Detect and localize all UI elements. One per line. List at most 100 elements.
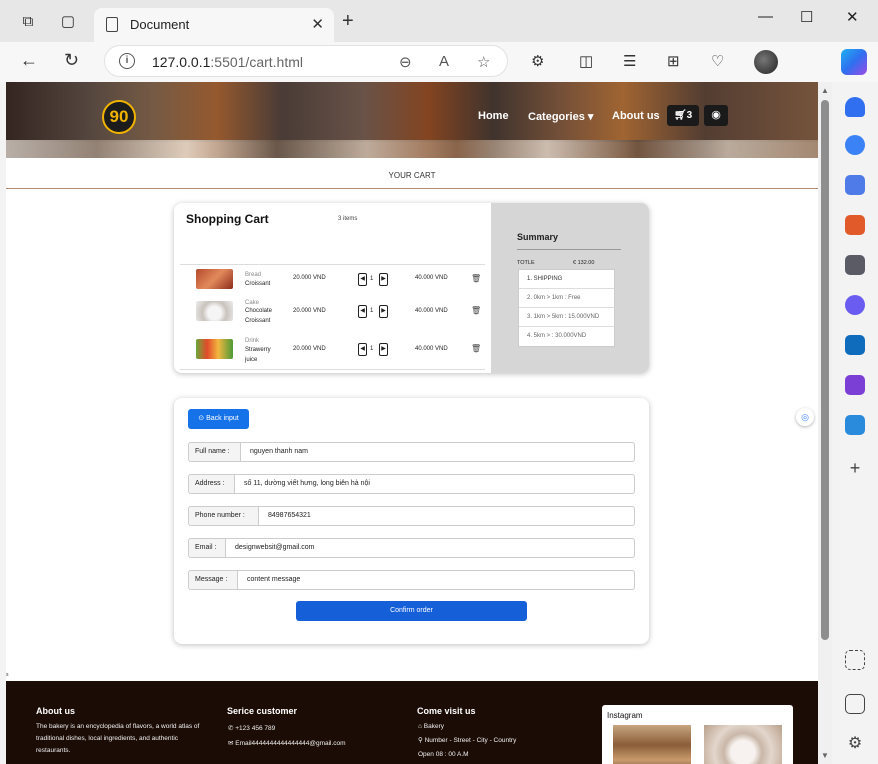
- scrollbar-thumb[interactable]: [821, 100, 829, 640]
- shipping-option[interactable]: 3. 1km > 5km : 15.000VND: [519, 308, 614, 327]
- trash-icon[interactable]: 🗑︎: [471, 344, 481, 353]
- back-input-button[interactable]: ⊙ Back input: [188, 409, 249, 429]
- instagram-title: Instagram: [607, 711, 643, 720]
- scroll-up-arrow-icon[interactable]: ▲: [821, 86, 829, 95]
- message-input[interactable]: content message: [238, 570, 635, 590]
- send-icon[interactable]: [845, 415, 865, 435]
- user-account-button[interactable]: ◉: [704, 105, 728, 126]
- decrease-qty-button[interactable]: ◀: [358, 343, 367, 356]
- nav-categories[interactable]: Categories ▾: [528, 110, 593, 123]
- product-image: [196, 269, 233, 289]
- product-name-line: Chocolate: [245, 308, 273, 314]
- cart-item-count: 3 items: [338, 216, 358, 222]
- page-scrollbar[interactable]: ▲ ▼: [818, 82, 832, 764]
- search-icon[interactable]: [845, 135, 865, 155]
- increase-qty-button[interactable]: ▶: [379, 305, 388, 318]
- footer-place: ⌂ Bakery: [418, 721, 444, 733]
- decrease-qty-button[interactable]: ◀: [358, 305, 367, 318]
- full-name-row: Full name : nguyen thanh nam: [188, 442, 635, 462]
- shipping-option[interactable]: 2. 0km > 1km : Free: [519, 289, 614, 308]
- games-icon[interactable]: [845, 255, 865, 275]
- window-close-button[interactable]: ✕: [846, 8, 859, 26]
- phone-row: Phone number : 84987654321: [188, 506, 635, 526]
- instagram-photo[interactable]: [613, 725, 691, 764]
- favorites-icon[interactable]: ☰: [623, 52, 636, 70]
- scroll-down-arrow-icon[interactable]: ▼: [821, 751, 829, 760]
- summary-divider: [517, 249, 621, 250]
- address-bar[interactable]: i 127.0.0.1:5501/cart.html ⊖ A ☆: [104, 45, 508, 77]
- designer-icon[interactable]: [845, 375, 865, 395]
- increase-qty-button[interactable]: ▶: [379, 343, 388, 356]
- zoom-out-icon[interactable]: ⊖: [399, 53, 412, 71]
- cart-button[interactable]: 🛒︎3: [667, 105, 699, 126]
- profile-avatar[interactable]: [754, 50, 778, 74]
- summary-title: Summary: [517, 232, 559, 242]
- nav-categories-label: Categories: [528, 111, 585, 123]
- product-name: Strawerry juice: [245, 345, 271, 365]
- shopping-tag-icon[interactable]: [845, 175, 865, 195]
- confirm-order-button[interactable]: Confirm order: [296, 601, 527, 621]
- maximize-button[interactable]: ☐: [800, 8, 813, 26]
- shipping-option[interactable]: 1. SHIPPING: [519, 270, 614, 289]
- footer-about-text: The bakery is an encyclopedia of flavors…: [36, 723, 200, 754]
- footer-about-title: About us: [36, 706, 75, 716]
- refresh-icon[interactable]: ↻: [64, 50, 79, 71]
- outlook-icon[interactable]: [845, 335, 865, 355]
- favorite-star-icon[interactable]: ☆: [477, 53, 490, 71]
- footer-hours: Open 08 : 00 A.M: [418, 751, 469, 758]
- phone-label: Phone number :: [188, 506, 259, 526]
- workspaces-icon[interactable]: ⧉: [18, 12, 38, 32]
- product-price: 20.000 VND: [293, 346, 326, 352]
- copilot-icon[interactable]: [841, 49, 867, 75]
- trash-icon[interactable]: 🗑︎: [471, 274, 481, 283]
- trash-icon[interactable]: 🗑︎: [471, 306, 481, 315]
- tab-title: Document: [130, 17, 190, 32]
- decrease-qty-button[interactable]: ◀: [358, 273, 367, 286]
- cart-bottom-divider: [180, 369, 485, 370]
- collections-icon[interactable]: ⊞: [667, 52, 680, 70]
- phone-input[interactable]: 84987654321: [259, 506, 635, 526]
- add-icon[interactable]: +: [845, 458, 865, 478]
- tools-icon[interactable]: [845, 215, 865, 235]
- nav-home[interactable]: Home: [478, 110, 509, 122]
- tab-close-icon[interactable]: ✕: [311, 15, 324, 33]
- site-info-icon[interactable]: i: [119, 53, 135, 69]
- sidebar-toggle-icon[interactable]: [845, 694, 865, 714]
- floating-helper-icon[interactable]: ◎: [796, 408, 814, 426]
- nav-about[interactable]: About us: [612, 110, 660, 122]
- cart-row: Drink Strawerry juice 20.000 VND ◀ 1 ▶ 40…: [174, 337, 491, 373]
- product-name: Chocolate Croissant: [245, 306, 272, 326]
- document-icon: [106, 17, 118, 32]
- header-photo-strip: [6, 140, 818, 158]
- summary-total-label: TOTLE: [517, 260, 535, 266]
- notifications-icon[interactable]: [845, 97, 865, 117]
- shipping-option[interactable]: 4. 5km > : 30.000VND: [519, 327, 614, 346]
- quantity-value: 1: [370, 346, 374, 352]
- shipping-select-list[interactable]: 1. SHIPPING 2. 0km > 1km : Free 3. 1km >…: [518, 269, 615, 347]
- product-price: 20.000 VND: [293, 308, 326, 314]
- read-aloud-icon[interactable]: A: [439, 53, 449, 70]
- tab-document[interactable]: Document ✕: [94, 8, 334, 42]
- footer-address-text: Number - Street - City - Country: [424, 737, 517, 744]
- vertical-tabs-icon[interactable]: ▢: [58, 12, 78, 32]
- address-input[interactable]: số 11, dường viết hưng, long biên hà nội: [235, 474, 635, 494]
- cart-title: Shopping Cart: [186, 212, 269, 226]
- caret-down-icon: ▾: [587, 111, 594, 123]
- split-screen-icon[interactable]: ◫: [579, 52, 593, 70]
- extensions-icon[interactable]: ⚙: [531, 52, 544, 70]
- increase-qty-button[interactable]: ▶: [379, 273, 388, 286]
- full-name-input[interactable]: nguyen thanh nam: [241, 442, 635, 462]
- back-arrow-icon[interactable]: ←: [20, 50, 38, 71]
- email-input[interactable]: designwebsit@gmail.com: [226, 538, 635, 558]
- new-tab-button[interactable]: +: [342, 11, 354, 31]
- microsoft365-icon[interactable]: [845, 295, 865, 315]
- footer-email-text: Email4444444444444444@gmail.com: [235, 740, 346, 747]
- product-image: [196, 339, 233, 359]
- full-name-label: Full name :: [188, 442, 241, 462]
- instagram-photo[interactable]: [704, 725, 782, 764]
- minimize-button[interactable]: —: [758, 8, 773, 25]
- site-logo[interactable]: 90: [102, 100, 136, 134]
- settings-gear-icon[interactable]: ⚙: [845, 734, 865, 754]
- screenshot-icon[interactable]: [845, 650, 865, 670]
- performance-icon[interactable]: ♡: [711, 52, 724, 70]
